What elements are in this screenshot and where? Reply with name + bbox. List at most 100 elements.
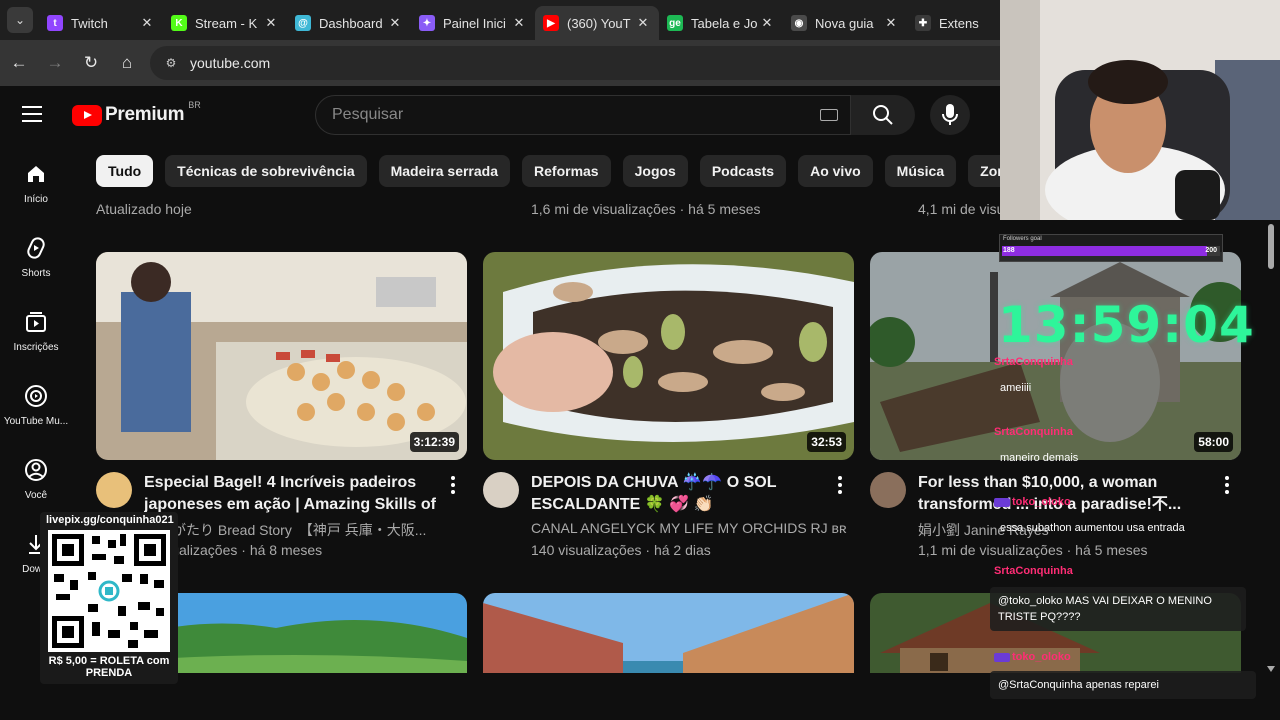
youtube-premium-logo[interactable]: Premium BR (72, 100, 201, 126)
channel-avatar[interactable] (870, 472, 906, 508)
close-tab-icon[interactable]: ✕ (387, 15, 403, 31)
livepix-donation-widget: livepix.gg/conquinha021 R$ 5,00 = ROLETA… (40, 512, 178, 684)
tab-title: Painel Inici (443, 15, 506, 31)
video-title[interactable]: Especial Bagel! 4 Incríveis padeiros jap… (144, 472, 444, 516)
browser-tab[interactable]: ge Tabela e Jo ✕ (659, 6, 783, 40)
more-options-icon[interactable] (1217, 474, 1237, 496)
search-input[interactable] (332, 106, 802, 124)
filter-chip[interactable]: Técnicas de sobrevivência (165, 155, 367, 187)
back-arrow-icon[interactable]: ← (2, 46, 36, 80)
filter-chip[interactable]: Zonas ru (968, 155, 1000, 187)
tab-title: Tabela e Jo (691, 15, 758, 31)
livepix-caption: R$ 5,00 = ROLETA com PRENDA (48, 655, 170, 679)
sidebar-item-subscriptions[interactable]: Inscrições (0, 292, 72, 362)
voice-search-button[interactable] (930, 95, 970, 135)
goal-progress-bar (1002, 246, 1220, 256)
sidebar-item-label: Você (24, 490, 48, 501)
home-button-icon[interactable]: ⌂ (110, 46, 144, 80)
channel-name[interactable]: ものがたり Bread Story 【神戸 兵庫・大阪... (144, 520, 464, 540)
livepix-url: livepix.gg/conquinha021 (46, 514, 174, 526)
browser-tab[interactable]: t Twitch ✕ (39, 6, 163, 40)
tab-search-chevron-icon[interactable]: ⌄ (7, 7, 33, 33)
video-card[interactable]: 32:53 DEPOIS DA CHUVA ☔☂️ O SOL ESCALDAN… (483, 252, 854, 562)
chat-username-text: toko_oloko (1012, 496, 1071, 508)
search-button[interactable] (851, 95, 915, 135)
channel-avatar[interactable] (483, 472, 519, 508)
tab-title: Stream - K (195, 15, 258, 31)
goal-progress-fill (1002, 246, 1207, 256)
tab-title: Twitch (71, 15, 108, 31)
tab-favicon-icon: ✚ (915, 15, 931, 31)
subscriber-badge-icon (994, 497, 1010, 507)
keyboard-icon[interactable] (820, 109, 838, 121)
sidebar-item-you[interactable]: Você (0, 440, 72, 510)
video-stats: 140 visualizações · há 2 dias (531, 542, 711, 558)
reload-icon[interactable]: ↻ (74, 46, 108, 80)
chat-bubble: @SrtaConquinha apenas reparei (990, 671, 1256, 699)
prev-row-stats: Atualizado hoje (96, 201, 192, 217)
close-tab-icon[interactable]: ✕ (883, 15, 899, 31)
chat-message: SrtaConquinha ameiiii (990, 356, 1246, 396)
browser-tab[interactable]: ◉ Nova guia ✕ (783, 6, 907, 40)
chat-username: SrtaConquinha (994, 356, 1073, 368)
video-duration: 32:53 (807, 432, 846, 452)
filter-chip[interactable]: Jogos (622, 155, 688, 187)
channel-avatar[interactable] (96, 472, 132, 508)
forward-arrow-icon[interactable]: → (38, 46, 72, 80)
youtube-play-logo-icon (72, 104, 102, 126)
tab-favicon-icon: ✦ (419, 15, 435, 31)
chat-username: SrtaConquinha (994, 426, 1073, 438)
filter-chip[interactable]: Reformas (522, 155, 611, 187)
goal-label: Followers goal (1003, 236, 1042, 242)
scroll-down-arrow-icon[interactable] (1267, 666, 1275, 672)
scrollbar-thumb[interactable] (1268, 224, 1274, 269)
channel-name[interactable]: CANAL ANGELYCK MY LIFE MY ORCHIDS RJ ʙʀ (531, 520, 851, 536)
subathon-timer: 13:59:04 (998, 296, 1255, 354)
video-thumbnail[interactable] (483, 593, 854, 673)
more-options-icon[interactable] (443, 474, 463, 496)
you-icon (24, 458, 48, 482)
filter-chip[interactable]: Podcasts (699, 155, 787, 187)
tab-favicon-icon: @ (295, 15, 311, 31)
webcam-overlay (1000, 0, 1280, 220)
browser-tab[interactable]: @ Dashboard ✕ (287, 6, 411, 40)
close-tab-icon[interactable]: ✕ (759, 15, 775, 31)
sidebar-item-shorts[interactable]: Shorts (0, 218, 72, 288)
goal-max: 200 (1205, 247, 1217, 254)
chat-username: toko_oloko (994, 496, 1246, 508)
sidebar-item-home[interactable]: Início (0, 144, 72, 214)
video-thumbnail[interactable]: 3:12:39 (96, 252, 467, 460)
menu-icon[interactable] (22, 106, 50, 126)
browser-tab[interactable]: K Stream - K ✕ (163, 6, 287, 40)
browser-tab[interactable]: ▶ (360) YouT ✕ (535, 6, 659, 40)
close-tab-icon[interactable]: ✕ (635, 15, 651, 31)
close-tab-icon[interactable]: ✕ (511, 15, 527, 31)
video-thumbnail[interactable]: 32:53 (483, 252, 854, 460)
chat-message: toko_oloko essa subathon aumentou usa en… (990, 496, 1246, 536)
tab-favicon-icon: ▶ (543, 15, 559, 31)
filter-chip[interactable]: Madeira serrada (378, 155, 511, 187)
browser-tab[interactable]: ✦ Painel Inici ✕ (411, 6, 535, 40)
sidebar-item-label: Inscrições (13, 342, 59, 353)
subscriber-badge-icon (994, 652, 1010, 662)
chat-text: @SrtaConquinha apenas reparei (998, 679, 1159, 691)
logo-wordmark: Premium (105, 104, 185, 125)
filter-chip-bar: Tudo Técnicas de sobrevivência Madeira ser… (96, 155, 1000, 187)
more-options-icon[interactable] (830, 474, 850, 496)
search-box (315, 95, 851, 135)
filter-chip[interactable]: Música (884, 155, 957, 187)
sidebar-item-youtube-music[interactable]: YouTube Mu... (0, 366, 72, 436)
chat-text: ameiiii (1000, 382, 1032, 394)
chat-text: essa subathon aumentou usa entrada (1000, 522, 1185, 534)
close-tab-icon[interactable]: ✕ (139, 15, 155, 31)
video-title[interactable]: DEPOIS DA CHUVA ☔☂️ O SOL ESCALDANTE 🍀 💞… (531, 472, 831, 516)
page-scrollbar[interactable] (1262, 216, 1280, 676)
site-info-icon[interactable]: ⚙ (160, 52, 182, 74)
filter-chip[interactable]: Tudo (96, 155, 154, 187)
tab-favicon-icon: ge (667, 15, 683, 31)
filter-chip[interactable]: Ao vivo (798, 155, 873, 187)
url-text: youtube.com (190, 55, 271, 71)
tab-favicon-icon: K (171, 15, 187, 31)
close-tab-icon[interactable]: ✕ (263, 15, 279, 31)
chat-text: maneiro demais (1000, 452, 1079, 464)
